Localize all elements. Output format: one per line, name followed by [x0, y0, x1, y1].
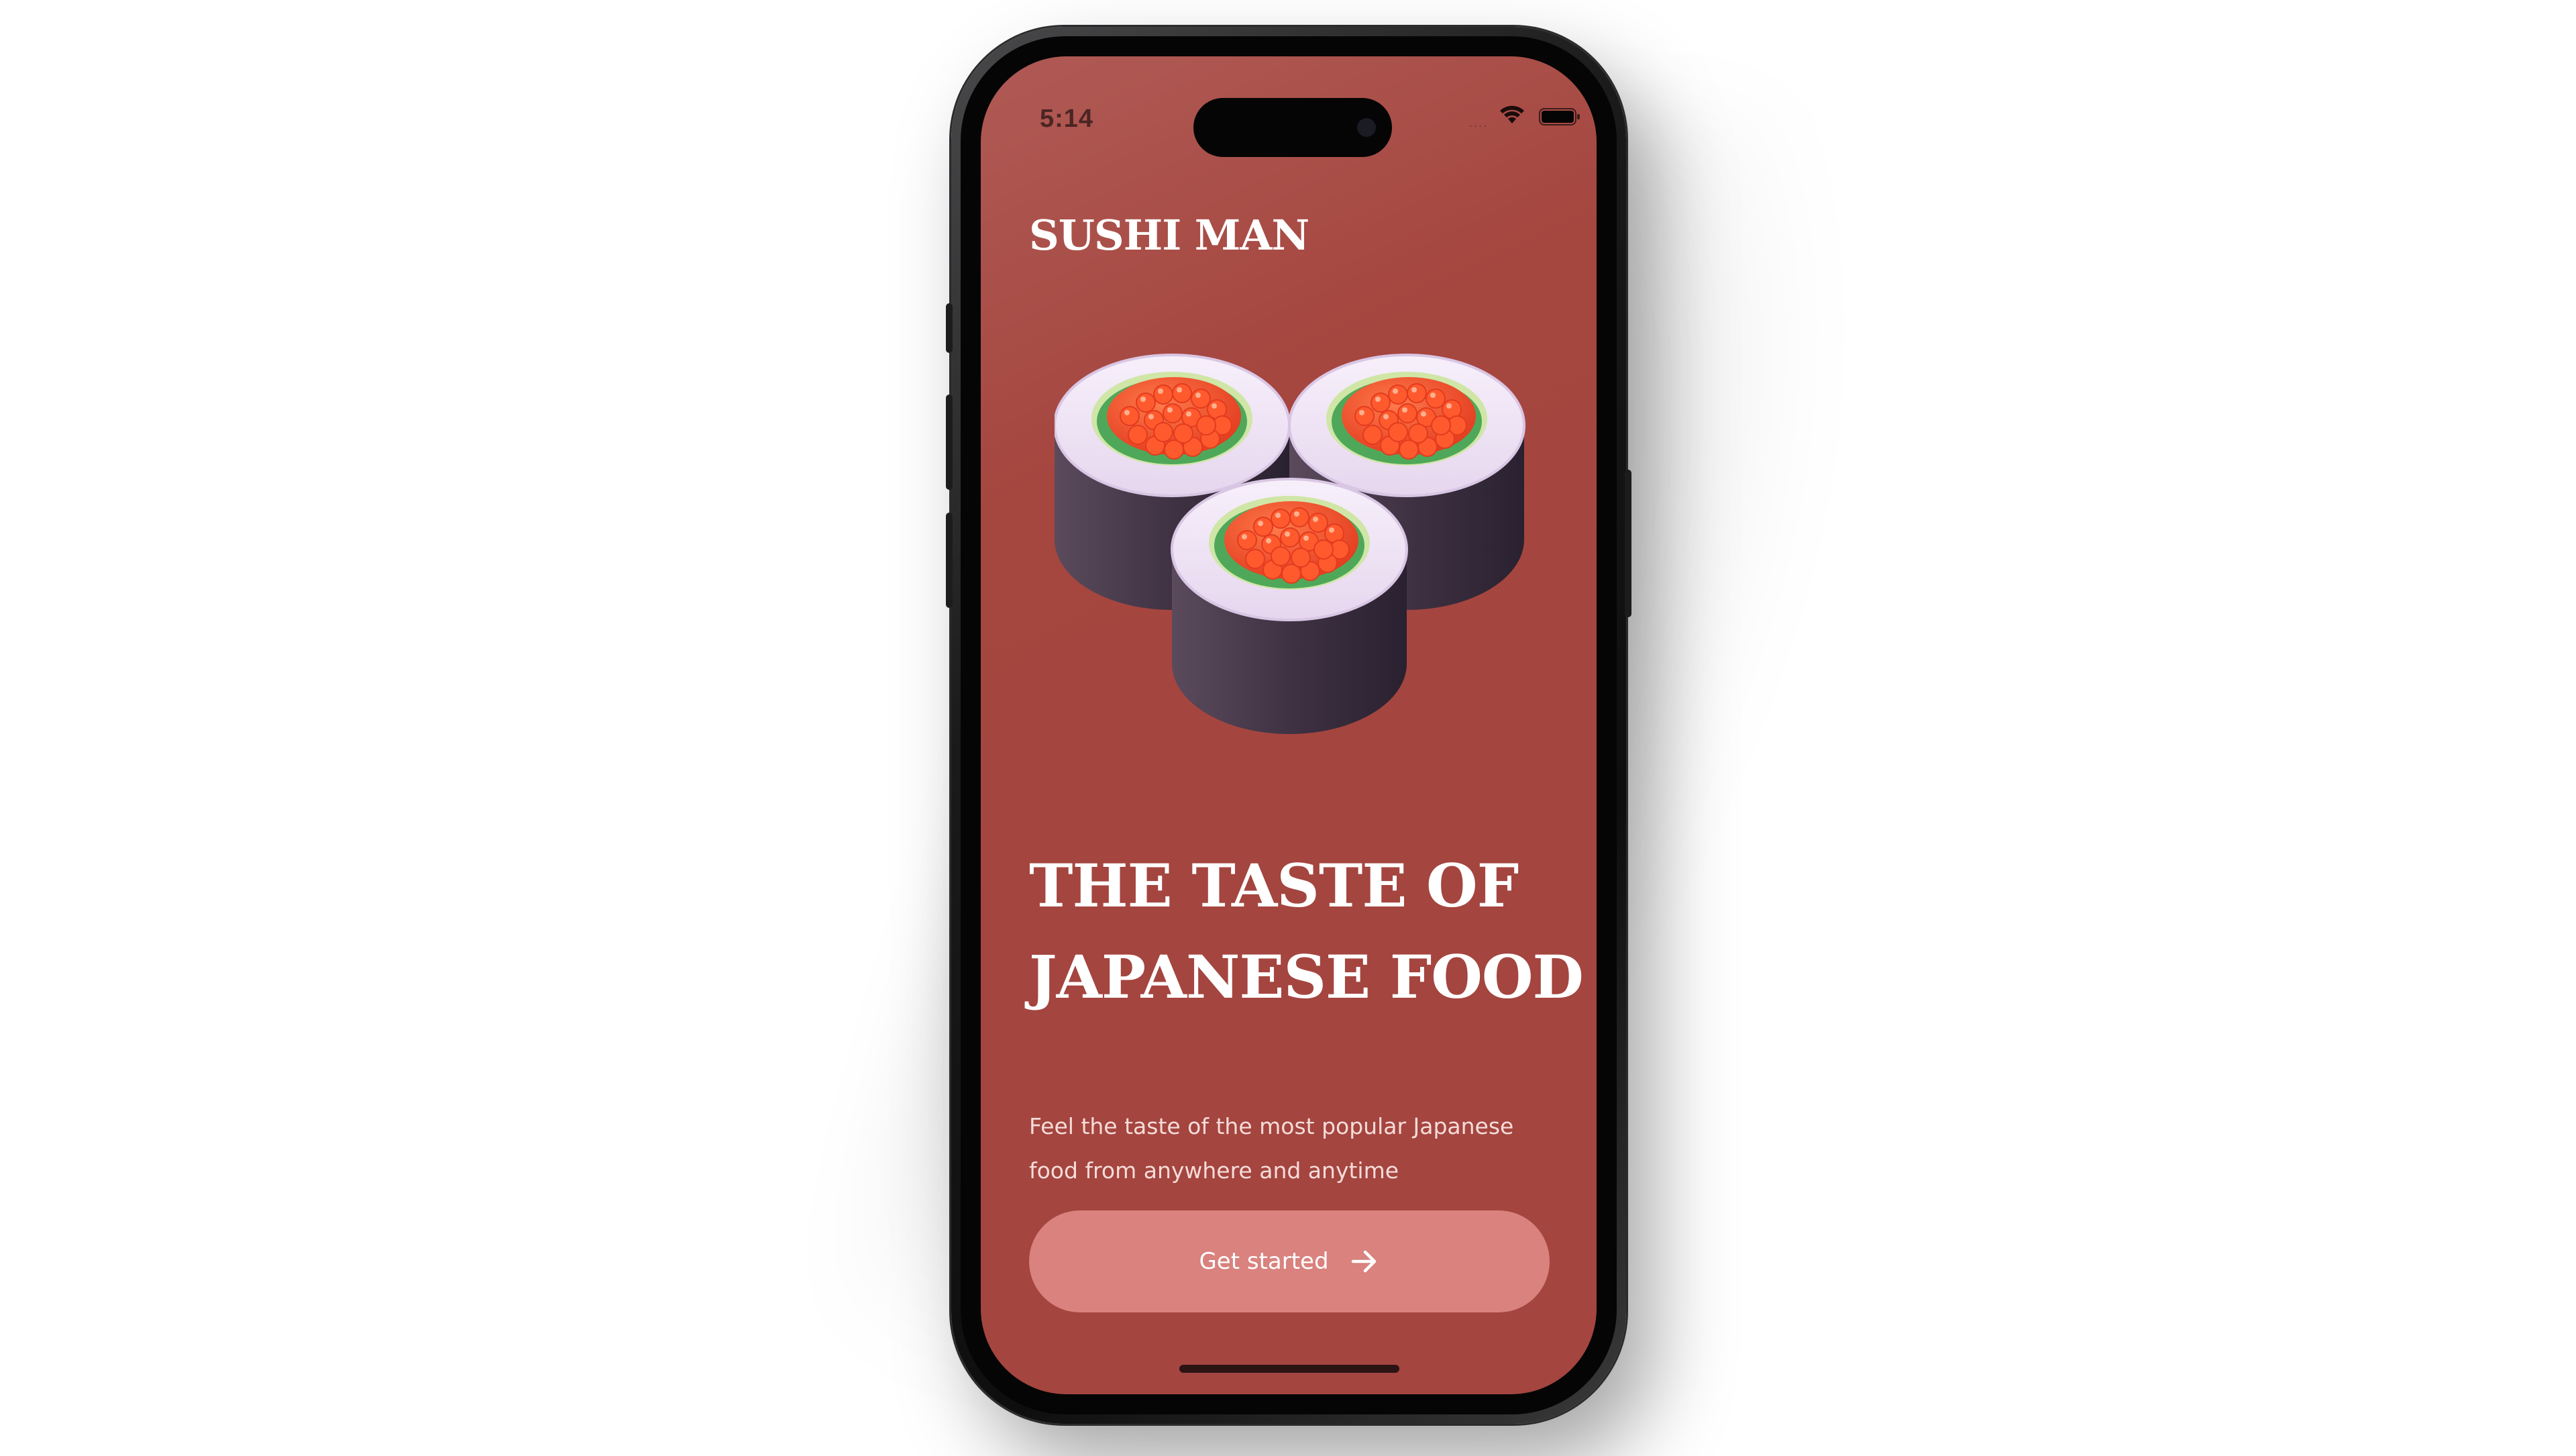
- get-started-button[interactable]: Get started: [1029, 1210, 1550, 1312]
- volume-up-button: [946, 395, 953, 490]
- app-screen: 5:14 .... SUSHI MAN THE TASTE OF JAPANES…: [981, 56, 1597, 1394]
- status-bar: 5:14 ....: [981, 56, 1597, 157]
- power-button: [1625, 470, 1631, 617]
- camera-icon: [1357, 118, 1376, 137]
- brand-logo: SUSHI MAN: [1029, 211, 1309, 260]
- subtitle: Feel the taste of the most popular Japan…: [1029, 1104, 1552, 1193]
- stage: 5:14 .... SUSHI MAN THE TASTE OF JAPANES…: [0, 0, 2576, 1456]
- headline-line-2: JAPANESE FOOD: [1029, 942, 1584, 1012]
- signal-dots: ....: [1469, 117, 1489, 129]
- phone-device: 5:14 .... SUSHI MAN THE TASTE OF JAPANES…: [946, 27, 1631, 1424]
- headline: THE TASTE OF JAPANESE FOOD: [1029, 840, 1584, 1023]
- arrow-right-icon: [1351, 1250, 1376, 1273]
- battery-icon: [1539, 108, 1580, 125]
- dynamic-island: [1193, 98, 1392, 157]
- wifi-icon: [1500, 105, 1524, 123]
- sushi-rolls-illustration: [1055, 354, 1525, 735]
- get-started-label: Get started: [1199, 1248, 1329, 1275]
- status-time: 5:14: [1040, 105, 1094, 133]
- volume-down-button: [946, 513, 953, 608]
- action-button: [946, 303, 953, 353]
- subtitle-line-1: Feel the taste of the most popular Japan…: [1029, 1113, 1514, 1139]
- home-indicator[interactable]: [1179, 1365, 1399, 1373]
- headline-line-1: THE TASTE OF: [1029, 851, 1519, 921]
- subtitle-line-2: food from anywhere and anytime: [1029, 1157, 1399, 1184]
